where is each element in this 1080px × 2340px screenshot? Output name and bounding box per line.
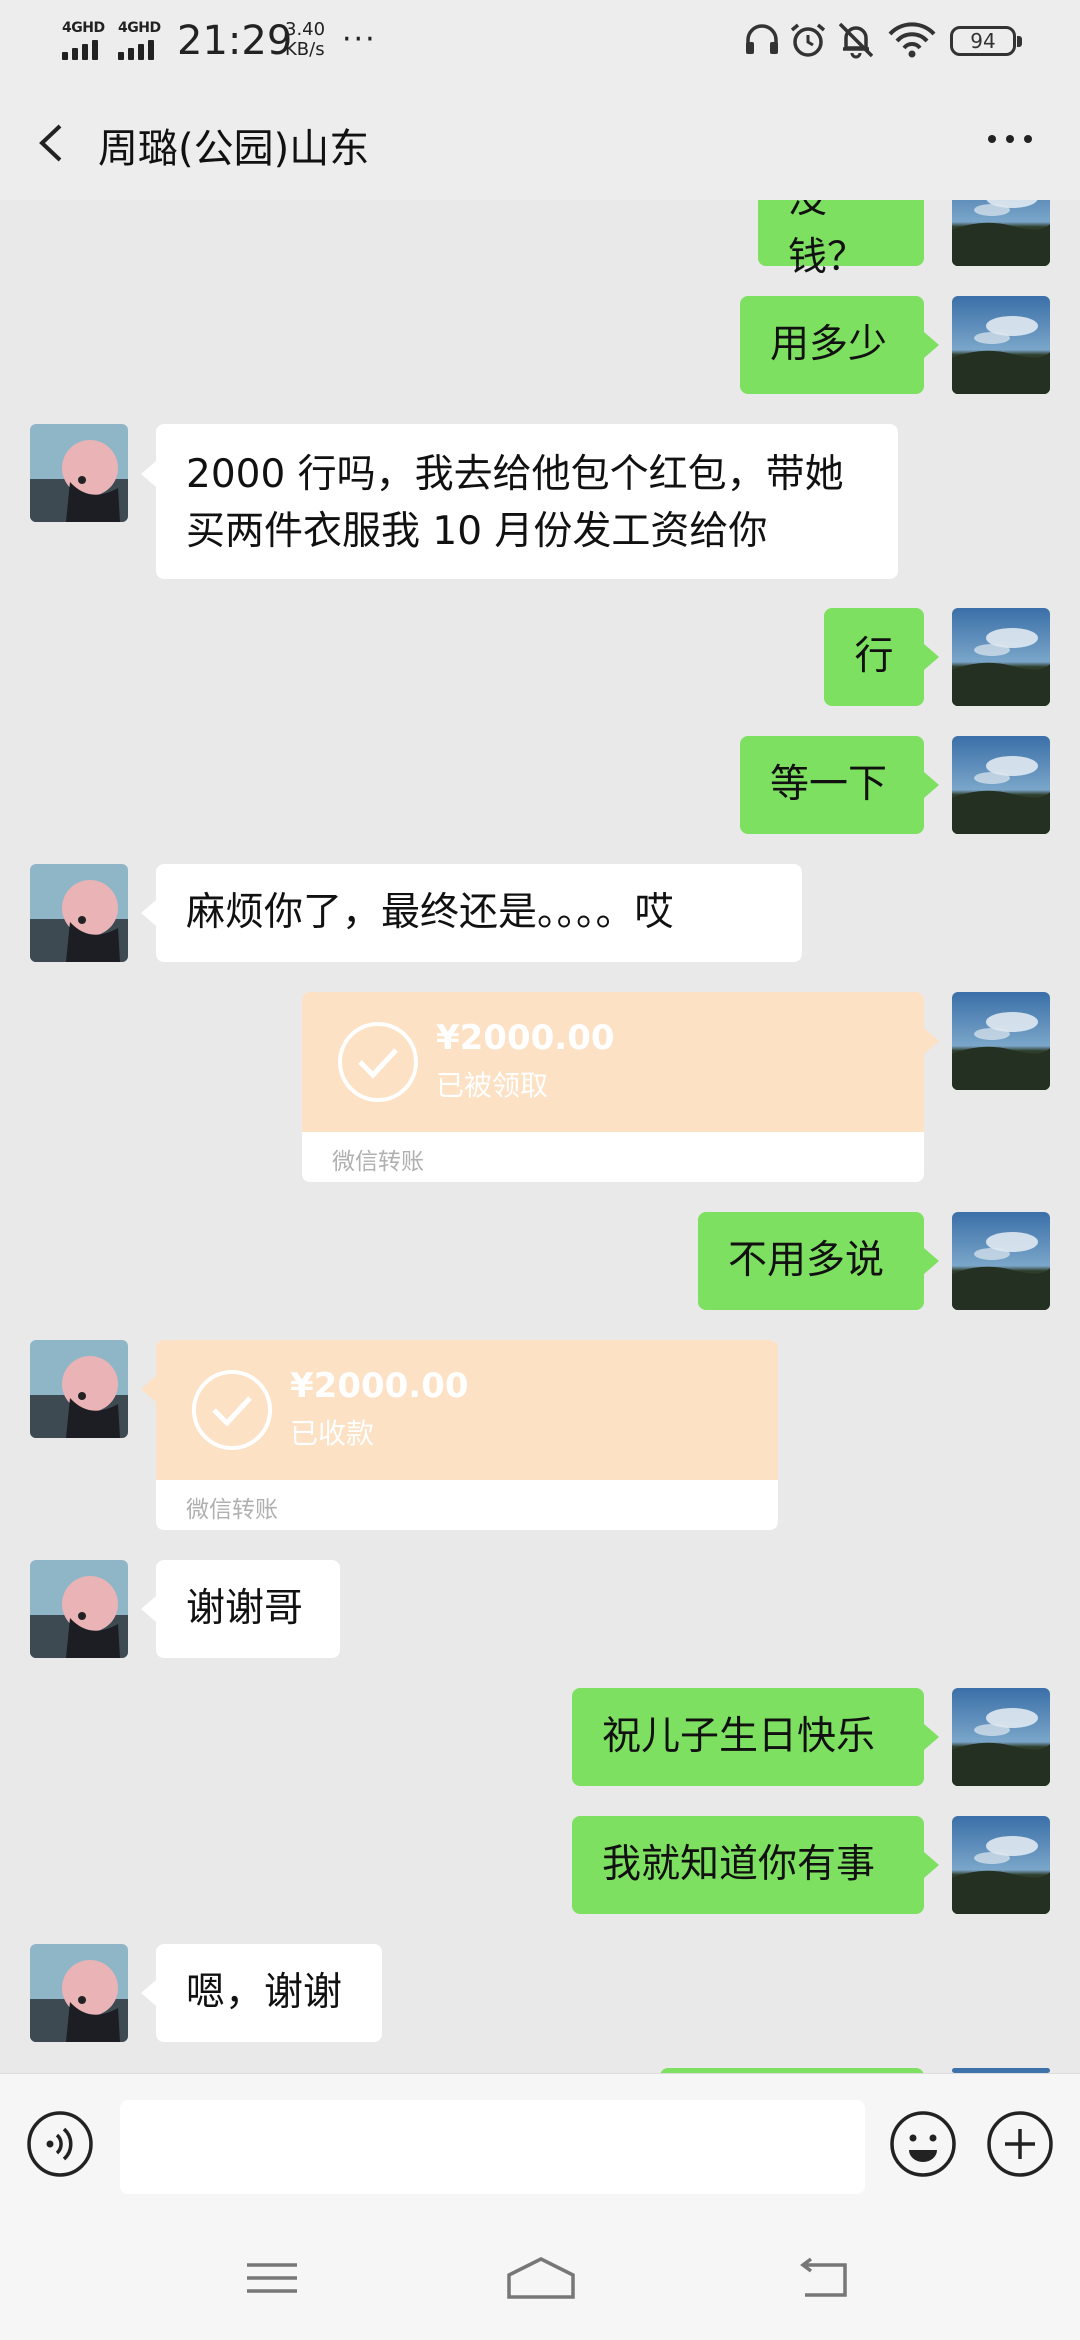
system-nav-bar: [0, 2217, 1080, 2340]
home-icon[interactable]: [505, 2253, 577, 2303]
status-bar: 4GHD 4GHD 21:29 3.40 KB/s ··· 94: [0, 0, 1080, 82]
chat-header: 周璐(公园)山东: [0, 82, 1080, 200]
bubble-tail: [141, 900, 156, 926]
plus-icon[interactable]: [985, 2109, 1055, 2179]
my-avatar[interactable]: [952, 608, 1050, 706]
transfer-card[interactable]: ¥2000.00 已被领取 微信转账: [302, 992, 924, 1182]
bubble-tail: [924, 644, 939, 670]
bubble-tail: [924, 332, 939, 358]
contact-avatar[interactable]: [30, 1944, 128, 2042]
bubble-tail: [141, 1596, 156, 1622]
message-bubble-sent[interactable]: 等一下: [740, 736, 924, 834]
transfer-status: 已被领取: [436, 1069, 549, 1102]
message-text: 等一下: [770, 762, 888, 807]
message-list[interactable]: 没钱？ 用多少 2000 行吗，我去给他包个红包，带她 买两件衣服我 10 月份…: [0, 200, 1080, 2073]
bubble-tail: [141, 461, 156, 487]
message-bubble-received[interactable]: 嗯，谢谢: [156, 1944, 382, 2042]
message-text: 我就知道你有事: [602, 1842, 876, 1887]
my-avatar[interactable]: [952, 1688, 1050, 1786]
message-text-line: 2000 行吗，我去给他包个红包，带她: [186, 452, 844, 497]
speed-unit: KB/s: [285, 39, 325, 60]
bubble-tail: [924, 1028, 939, 1054]
contact-avatar[interactable]: [30, 864, 128, 962]
network-type-label: 4GHD: [118, 20, 161, 36]
bubble-tail: [141, 1376, 156, 1402]
my-avatar[interactable]: [952, 1816, 1050, 1914]
voice-input-icon[interactable]: [25, 2109, 95, 2179]
back-arrow-icon[interactable]: [28, 118, 78, 168]
contact-avatar[interactable]: [30, 424, 128, 522]
back-nav-icon[interactable]: [795, 2253, 855, 2303]
message-bubble-sent[interactable]: 我就知道你有事: [572, 1816, 924, 1914]
message-bubble-received[interactable]: 麻烦你了，最终还是。。。。哎: [156, 864, 802, 962]
bubble-tail: [924, 772, 939, 798]
status-overflow: ···: [342, 22, 377, 57]
message-bubble-received[interactable]: 谢谢哥: [156, 1560, 340, 1658]
message-text: 嗯，谢谢: [186, 1970, 343, 2015]
transfer-amount: ¥2000.00: [436, 1018, 615, 1058]
message-text: 用多少: [770, 322, 888, 367]
network-type-label: 4GHD: [62, 20, 105, 36]
network-speed: 3.40 KB/s: [285, 20, 345, 60]
check-circle-icon: [192, 1370, 272, 1450]
bubble-tail: [924, 1852, 939, 1878]
message-text: 祝儿子生日快乐: [602, 1714, 876, 1759]
transfer-label: 微信转账: [186, 1497, 278, 1523]
message-bubble-sent[interactable]: 用多少: [740, 296, 924, 394]
alarm-icon: [790, 23, 826, 57]
mute-bell-icon: [838, 22, 874, 59]
message-bubble-received[interactable]: 2000 行吗，我去给他包个红包，带她 买两件衣服我 10 月份发工资给你: [156, 424, 898, 579]
wifi-icon: [888, 22, 936, 58]
input-bar: [0, 2073, 1080, 2218]
battery-indicator: 94: [950, 26, 1022, 56]
check-circle-icon: [338, 1022, 418, 1102]
more-options-icon[interactable]: [980, 114, 1040, 164]
message-text: 行: [854, 634, 894, 679]
headphones-icon: [746, 24, 778, 54]
my-avatar[interactable]: [952, 1212, 1050, 1310]
contact-avatar[interactable]: [30, 1560, 128, 1658]
speed-value: 3.40: [285, 19, 326, 40]
message-input[interactable]: [120, 2100, 865, 2194]
message-text: 麻烦你了，最终还是。。。。哎: [186, 890, 674, 935]
my-avatar[interactable]: [952, 200, 1050, 266]
transfer-status: 已收款: [290, 1417, 375, 1450]
clock: 21:29: [177, 18, 293, 64]
chat-title: 周璐(公园)山东: [98, 126, 370, 172]
message-bubble-sent[interactable]: 不用多说: [698, 1212, 924, 1310]
menu-icon[interactable]: [242, 2253, 302, 2303]
contact-avatar[interactable]: [30, 1340, 128, 1438]
signal-bars-icon: [62, 40, 110, 60]
signal-bars-icon: [118, 40, 166, 60]
message-text-line: 买两件衣服我 10 月份发工资给你: [186, 509, 768, 554]
message-text: 谢谢哥: [186, 1586, 304, 1631]
transfer-label: 微信转账: [332, 1149, 424, 1175]
message-bubble-sent[interactable]: 没钱？: [758, 200, 924, 280]
bubble-tail: [924, 1724, 939, 1750]
my-avatar[interactable]: [952, 736, 1050, 834]
transfer-amount: ¥2000.00: [290, 1366, 469, 1406]
bubble-tail: [924, 1248, 939, 1274]
message-bubble-sent[interactable]: 祝儿子生日快乐: [572, 1688, 924, 1786]
transfer-card[interactable]: ¥2000.00 已收款 微信转账: [156, 1340, 778, 1530]
my-avatar[interactable]: [952, 992, 1050, 1090]
message-text: 没钱？: [788, 200, 867, 280]
my-avatar[interactable]: [952, 296, 1050, 394]
bubble-tail: [141, 1980, 156, 2006]
message-bubble-sent[interactable]: 行: [824, 608, 924, 706]
message-text: 不用多说: [728, 1238, 885, 1283]
emoji-icon[interactable]: [888, 2109, 958, 2179]
